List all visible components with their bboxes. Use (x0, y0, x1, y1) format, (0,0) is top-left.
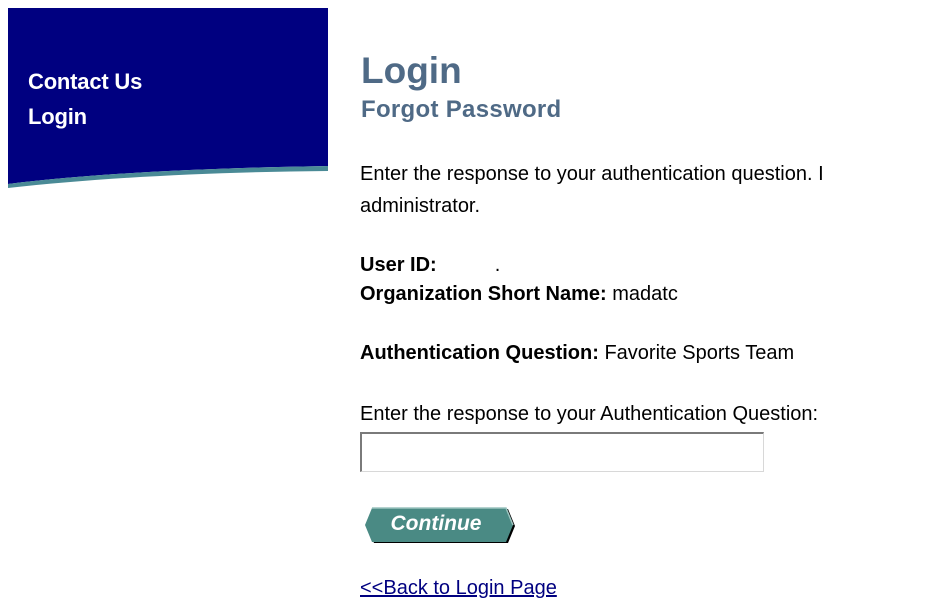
org-short-name-value: madatc (612, 283, 678, 305)
sidebar-item-login[interactable]: Login (28, 104, 87, 130)
instructions-text: Enter the response to your authenticatio… (360, 158, 930, 222)
user-id-label: User ID: (360, 254, 437, 276)
page-subtitle: Forgot Password (361, 96, 562, 123)
user-id-row: User ID:. (360, 254, 500, 277)
user-id-value: . (494, 254, 501, 276)
back-to-login-link[interactable]: <<Back to Login Page (360, 577, 557, 600)
auth-response-input[interactable] (360, 432, 764, 472)
org-short-name-row: Organization Short Name: madatc (360, 283, 678, 306)
instructions-line-2: administrator. (360, 195, 481, 217)
continue-button[interactable]: Continue (360, 506, 516, 544)
auth-question-label: Authentication Question: (360, 342, 599, 364)
org-short-name-label: Organization Short Name: (360, 283, 607, 305)
page-title: Login (361, 50, 462, 91)
sidebar-background (8, 8, 328, 188)
sidebar-nav: Contact Us Login (8, 8, 328, 193)
instructions-line-1: Enter the response to your authenticatio… (360, 163, 824, 185)
response-prompt: Enter the response to your Authenticatio… (360, 403, 819, 425)
auth-question-value: Favorite Sports Team (604, 342, 795, 364)
auth-question-row: Authentication Question: Favorite Sports… (360, 342, 794, 365)
sidebar-item-contact-us[interactable]: Contact Us (28, 69, 142, 95)
continue-button-label: Continue (390, 512, 482, 535)
